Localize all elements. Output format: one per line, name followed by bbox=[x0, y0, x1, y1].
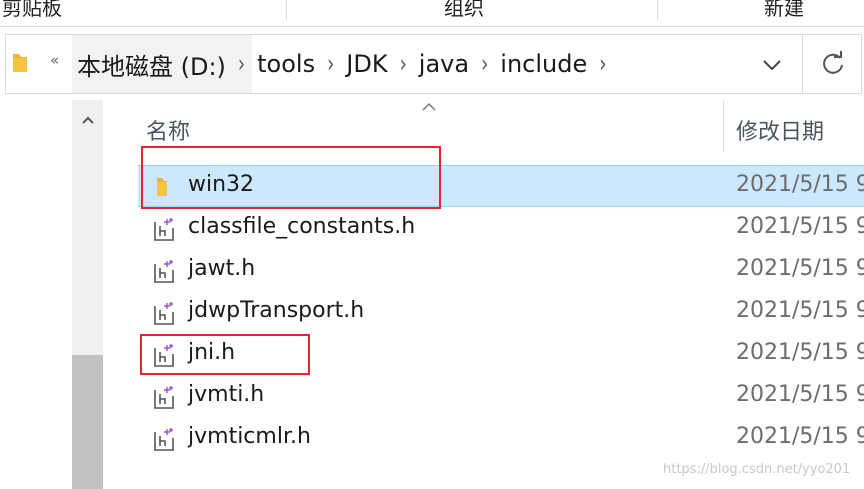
address-bar[interactable]: « 本地磁盘 (D:) › tools › JDK › java › inclu… bbox=[5, 34, 862, 94]
file-row-jdwptransport[interactable]: jdwpTransport.h 2021/5/15 9 bbox=[138, 292, 864, 334]
breadcrumb-item-include[interactable]: include bbox=[498, 50, 589, 78]
file-date: 2021/5/15 9 bbox=[736, 298, 864, 323]
folder-icon bbox=[13, 54, 27, 72]
chevron-right-icon[interactable]: › bbox=[238, 49, 245, 78]
file-date: 2021/5/15 9 bbox=[736, 172, 864, 197]
ribbon-group-clipboard: 剪贴板 bbox=[2, 0, 62, 20]
file-date: 2021/5/15 9 bbox=[736, 382, 864, 407]
file-name[interactable]: jvmticmlr.h bbox=[188, 424, 311, 449]
sort-ascending-icon bbox=[422, 102, 436, 111]
annotation-box-win32 bbox=[141, 146, 441, 209]
header-file-icon bbox=[154, 218, 174, 241]
ribbon-divider bbox=[657, 0, 658, 20]
chevron-right-icon[interactable]: › bbox=[481, 49, 488, 78]
file-row-jvmticmlr[interactable]: jvmticmlr.h 2021/5/15 9 bbox=[138, 418, 864, 460]
chevron-up-icon[interactable] bbox=[80, 114, 96, 126]
chevron-right-icon[interactable]: › bbox=[400, 49, 407, 78]
address-divider bbox=[802, 35, 803, 93]
column-divider[interactable] bbox=[723, 100, 724, 152]
refresh-icon[interactable] bbox=[818, 49, 848, 79]
file-name[interactable]: jdwpTransport.h bbox=[188, 298, 364, 323]
breadcrumb: 本地磁盘 (D:) › tools › JDK › java › include… bbox=[75, 35, 616, 93]
breadcrumb-item-tools[interactable]: tools bbox=[255, 50, 317, 78]
file-date: 2021/5/15 9 bbox=[736, 214, 864, 239]
file-date: 2021/5/15 9 bbox=[736, 424, 864, 449]
column-header-name[interactable]: 名称 bbox=[146, 114, 190, 146]
breadcrumb-item-drive[interactable]: 本地磁盘 (D:) bbox=[75, 47, 228, 82]
file-name[interactable]: classfile_constants.h bbox=[188, 214, 415, 239]
chevron-right-icon[interactable]: › bbox=[599, 49, 606, 78]
header-file-icon bbox=[154, 386, 174, 409]
file-date: 2021/5/15 9 bbox=[736, 340, 864, 365]
watermark: https://blog.csdn.net/yyo201 bbox=[663, 462, 851, 477]
breadcrumb-item-jdk[interactable]: JDK bbox=[344, 50, 389, 78]
ribbon-border bbox=[0, 26, 864, 27]
file-date: 2021/5/15 9 bbox=[736, 256, 864, 281]
ribbon-group-new: 新建 bbox=[764, 0, 804, 20]
file-row-classfile-constants[interactable]: classfile_constants.h 2021/5/15 9 bbox=[138, 208, 864, 250]
file-name[interactable]: jvmti.h bbox=[188, 382, 264, 407]
ribbon-group-organize: 组织 bbox=[444, 0, 484, 20]
breadcrumb-overflow[interactable]: « bbox=[50, 51, 59, 69]
scrollbar-thumb[interactable] bbox=[72, 355, 103, 489]
ribbon: 剪贴板 组织 新建 bbox=[0, 0, 864, 26]
file-row-jvmti[interactable]: jvmti.h 2021/5/15 9 bbox=[138, 376, 864, 418]
file-name[interactable]: jawt.h bbox=[188, 256, 255, 281]
column-header-date[interactable]: 修改日期 bbox=[736, 114, 824, 146]
address-root[interactable]: « bbox=[6, 35, 74, 93]
annotation-box-jni bbox=[140, 334, 310, 375]
header-file-icon bbox=[154, 428, 174, 451]
breadcrumb-item-java[interactable]: java bbox=[417, 50, 471, 78]
chevron-right-icon[interactable]: › bbox=[327, 49, 334, 78]
vertical-scrollbar[interactable] bbox=[72, 100, 103, 489]
header-file-icon bbox=[154, 260, 174, 283]
chevron-down-icon[interactable] bbox=[758, 53, 786, 77]
file-row-jawt[interactable]: jawt.h 2021/5/15 9 bbox=[138, 250, 864, 292]
header-file-icon bbox=[154, 302, 174, 325]
ribbon-divider bbox=[286, 0, 287, 20]
